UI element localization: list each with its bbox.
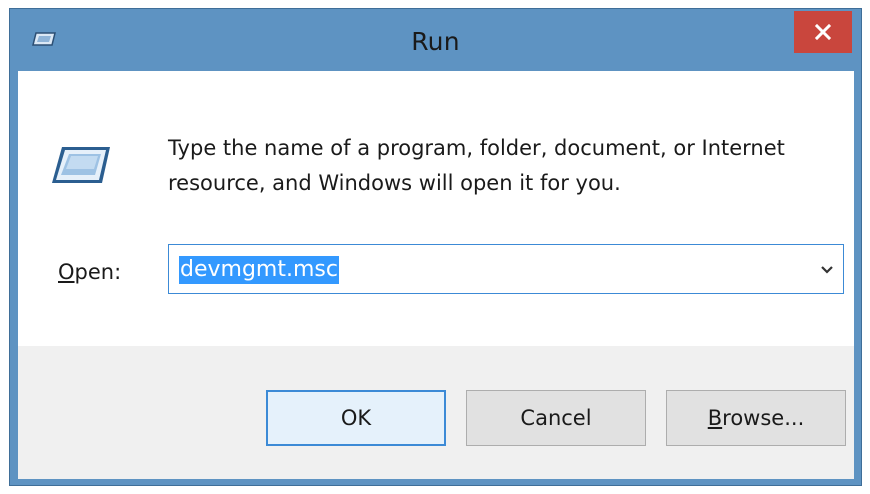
run-icon [50, 141, 112, 191]
browse-mnemonic: B [707, 406, 723, 430]
browse-label: rowse... [722, 406, 805, 430]
open-label: Open: [58, 260, 121, 284]
dialog-body: Type the name of a program, folder, docu… [18, 71, 854, 479]
title-bar[interactable]: Run [10, 9, 861, 71]
open-combobox[interactable]: devmgmt.msc [168, 244, 844, 294]
open-label-mnemonic: O [58, 260, 75, 284]
chevron-down-icon[interactable] [817, 259, 837, 279]
browse-button[interactable]: Browse... [666, 390, 846, 446]
open-input[interactable]: devmgmt.msc [179, 256, 339, 284]
dialog-description: Type the name of a program, folder, docu… [168, 136, 785, 195]
close-button[interactable] [794, 11, 852, 53]
run-dialog: Run Type the name of a program, folder, … [9, 8, 862, 486]
open-label-text: pen: [74, 260, 122, 284]
ok-button[interactable]: OK [266, 390, 446, 446]
close-icon [815, 24, 831, 40]
cancel-button[interactable]: Cancel [466, 390, 646, 446]
window-title: Run [411, 27, 460, 56]
